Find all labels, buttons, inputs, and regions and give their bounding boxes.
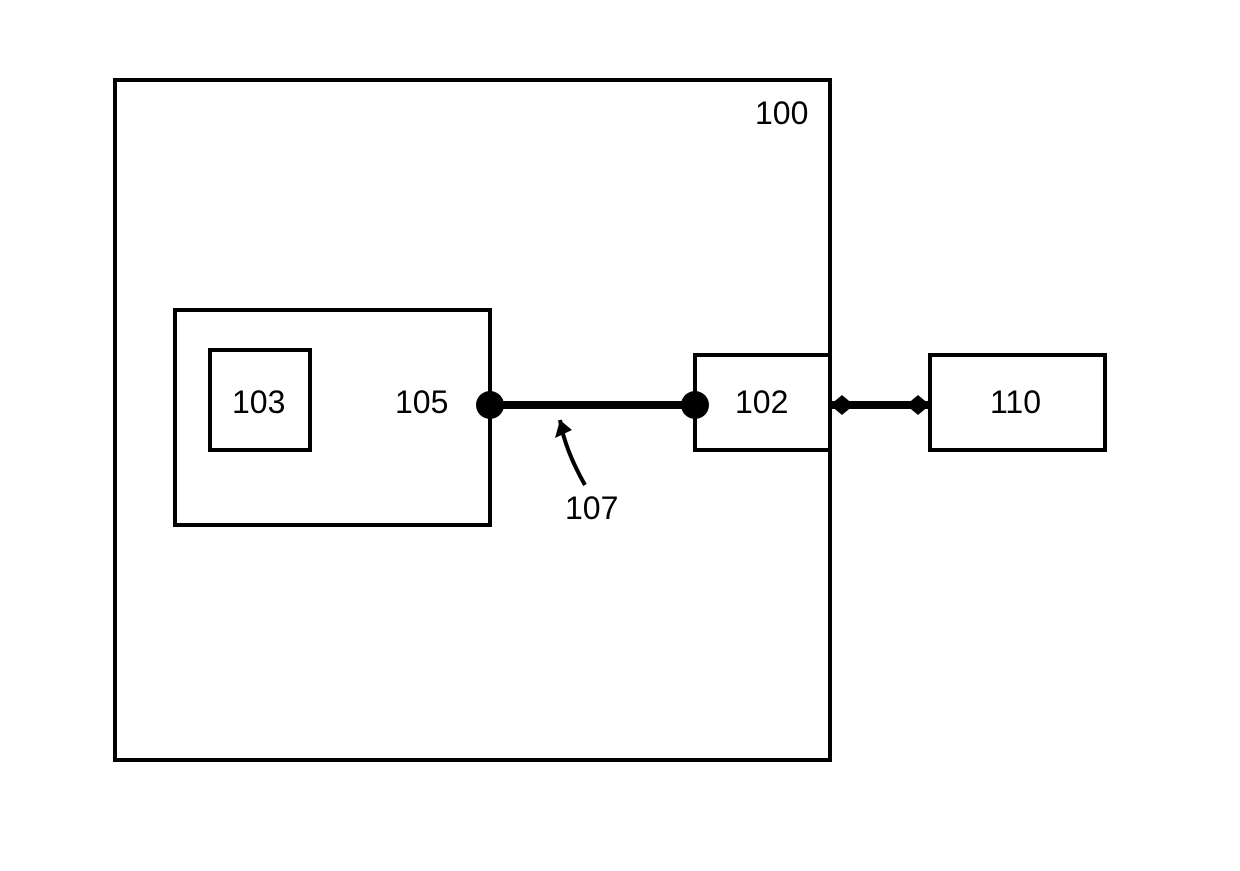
connector-diamond-left xyxy=(830,395,854,415)
label-102: 102 xyxy=(735,384,788,421)
box-100 xyxy=(115,80,830,760)
label-107: 107 xyxy=(565,490,618,527)
label-105: 105 xyxy=(395,384,448,421)
connector-107-endpoint-right xyxy=(681,391,709,419)
label-110: 110 xyxy=(990,384,1041,421)
block-diagram xyxy=(0,0,1240,871)
label-100: 100 xyxy=(755,95,808,132)
connector-diamond-right xyxy=(906,395,930,415)
label-103: 103 xyxy=(232,384,285,421)
connector-107-endpoint-left xyxy=(476,391,504,419)
